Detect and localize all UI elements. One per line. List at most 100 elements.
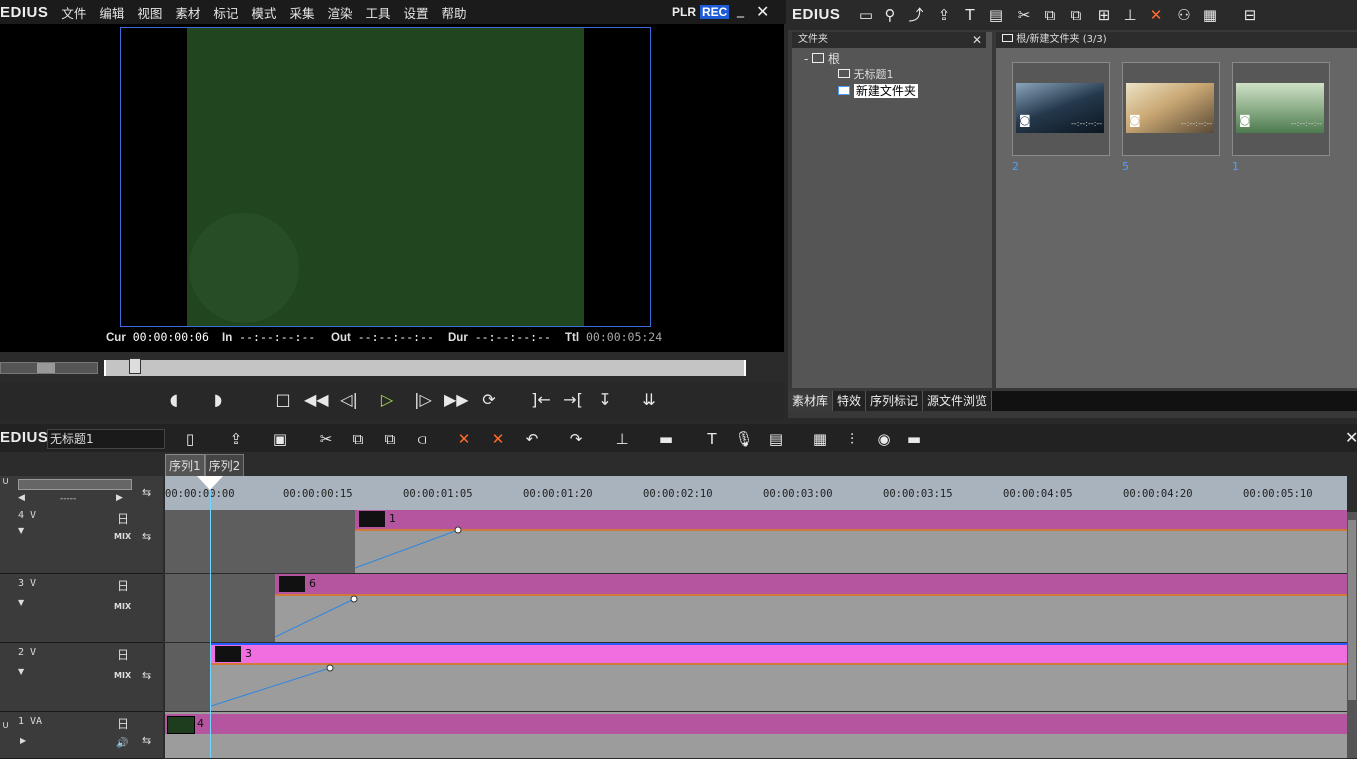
overwrite-icon[interactable]: ⇊ [638,388,660,412]
track-header-2v[interactable]: 2 V 日 ▼ MIX ⇆ [0,643,163,712]
tab-sequence-markers[interactable]: 序列标记 [866,391,924,411]
paste-icon[interactable]: ⧉ [380,429,400,449]
track-toggle-icon[interactable]: ⇆ [142,669,151,682]
timeline-close-icon[interactable]: ✕ [1345,428,1357,447]
playhead-marker[interactable] [197,476,223,490]
menu-marker[interactable]: 标记 [213,3,238,22]
track-header-3v[interactable]: 3 V 日 ▼ MIX [0,574,163,643]
timeline-ruler[interactable]: 00:00:00:00 00:00:00:15 00:00:01:05 00:0… [165,476,1347,510]
track-mix-4v[interactable]: MIX [114,532,131,541]
track-lock-icon[interactable]: 日 [117,577,129,594]
folder-root[interactable]: - 根 [804,50,840,67]
loop-icon[interactable]: ⟳ [478,388,500,412]
track-header-4v[interactable]: 4 V 日 ▼ MIX ⇆ [0,510,163,574]
clip-thumb-2[interactable]: ◙ --:--:--:-- [1012,62,1110,156]
range-right-icon[interactable]: ▶ [116,493,123,503]
menu-edit[interactable]: 编辑 [99,3,124,22]
delete-icon[interactable]: ✕ [454,429,474,449]
voiceover-icon[interactable]: 🎙 [734,429,754,449]
folder-icon[interactable]: ▭ [856,5,876,25]
undo-icon[interactable]: ↶ [522,429,542,449]
menu-file[interactable]: 文件 [61,3,86,22]
menu-settings[interactable]: 设置 [403,3,428,22]
open-project-icon[interactable]: ⇪ [226,429,246,449]
insert-icon[interactable]: ⊥ [1120,5,1140,25]
paste-icon[interactable]: ⧉ [1066,5,1086,25]
set-in-icon[interactable]: ◖ [163,388,185,412]
delete-icon[interactable]: ✕ [1146,5,1166,25]
add-clip-icon[interactable]: ⇪ [934,5,954,25]
sync-icon[interactable]: ∪ [2,720,9,731]
tab-source-browser[interactable]: 源文件浏览 [923,391,993,411]
folder-new[interactable]: 新建文件夹 [838,82,918,99]
timeline-vertical-scrollbar[interactable] [1347,512,1357,758]
keyframe-point[interactable] [326,664,334,672]
add-to-timeline-icon[interactable]: ⊞ [1094,5,1114,25]
keyframe-point[interactable] [454,526,462,534]
up-folder-icon[interactable]: ⤴ [906,5,926,25]
stop-icon[interactable]: □ [272,388,294,412]
menu-capture[interactable]: 采集 [289,3,314,22]
track-lock-icon[interactable]: 日 [117,715,129,732]
track-mix-3v[interactable]: MIX [114,602,131,611]
save-icon[interactable]: ▣ [270,429,290,449]
export-icon[interactable]: ▬ [904,429,924,449]
fast-forward-icon[interactable]: ▶▶ [444,388,469,412]
menu-render[interactable]: 渲染 [327,3,352,22]
ripple-delete-icon[interactable]: ✕ [488,429,508,449]
play-icon[interactable]: ▷ [376,388,398,412]
track-expand-icon[interactable]: ▶ [20,736,26,745]
sync-mode-icon[interactable]: ▬ [656,429,676,449]
shuttle-slider[interactable] [0,362,98,374]
range-left-icon[interactable]: ◀ [18,493,25,503]
search-icon[interactable]: ⚲ [880,5,900,25]
minimize-icon[interactable]: _ [737,2,744,18]
rec-button[interactable]: REC [700,5,730,19]
clip-thumb-1[interactable]: ◙ --:--:--:-- [1232,62,1330,156]
rewind-icon[interactable]: ◀◀ [304,388,329,412]
track-lock-icon[interactable]: 日 [117,510,129,527]
mixer-icon[interactable]: ⫶ [842,429,862,449]
close-icon[interactable]: ✕ [756,2,769,21]
color-bar-icon[interactable]: ▤ [986,5,1006,25]
close-folder-icon[interactable]: ✕ [972,32,982,48]
menu-mode[interactable]: 模式 [251,3,276,22]
track-header-1va[interactable]: ∪ 1 VA 日 ▶ 🔊 ⇆ [0,712,163,759]
match-frame-icon[interactable]: ⫏ [412,429,432,449]
position-handle[interactable] [129,358,141,374]
goto-in-icon[interactable]: ]← [530,388,552,412]
toggle-icon[interactable]: ⇆ [142,486,151,499]
open-icon[interactable]: ⊟ [1240,5,1260,25]
menu-tools[interactable]: 工具 [365,3,390,22]
properties-icon[interactable]: ⚇ [1174,5,1194,25]
track-mix-2v[interactable]: MIX [114,671,131,680]
track-lock-icon[interactable]: 日 [117,646,129,663]
cut-icon[interactable]: ✂ [316,429,336,449]
menu-help[interactable]: 帮助 [442,3,467,22]
track-expand-icon[interactable]: ▼ [18,598,24,607]
scrollbar-thumb[interactable] [1348,520,1356,700]
cut-icon[interactable]: ✂ [1014,5,1034,25]
zoom-slider[interactable] [18,479,132,490]
render-icon[interactable]: ▤ [766,429,786,449]
step-back-icon[interactable]: ◁| [338,388,360,412]
new-sequence-icon[interactable]: ▯ [180,429,200,449]
track-expand-icon[interactable]: ▼ [18,526,24,535]
menu-view[interactable]: 视图 [137,3,162,22]
insert-icon[interactable]: ↧ [594,388,616,412]
color-wheel-icon[interactable]: ◉ [874,429,894,449]
tab-sequence1[interactable]: 序列1 [165,454,205,478]
keyframe-point[interactable] [350,595,358,603]
redo-icon[interactable]: ↷ [566,429,586,449]
text-icon[interactable]: T [960,5,980,25]
shuttle-handle[interactable] [37,363,55,373]
tab-sequence2[interactable]: 序列2 [204,454,245,478]
clip-thumb-5[interactable]: ◙ --:--:--:-- [1122,62,1220,156]
position-slider[interactable] [104,360,746,376]
step-forward-icon[interactable]: |▷ [412,388,434,412]
copy-icon[interactable]: ⧉ [348,429,368,449]
track-expand-icon[interactable]: ▼ [18,667,24,676]
track-toggle-icon[interactable]: ⇆ [142,734,151,747]
view-icon[interactable]: ▦ [1200,5,1220,25]
set-out-icon[interactable]: ◗ [207,388,229,412]
